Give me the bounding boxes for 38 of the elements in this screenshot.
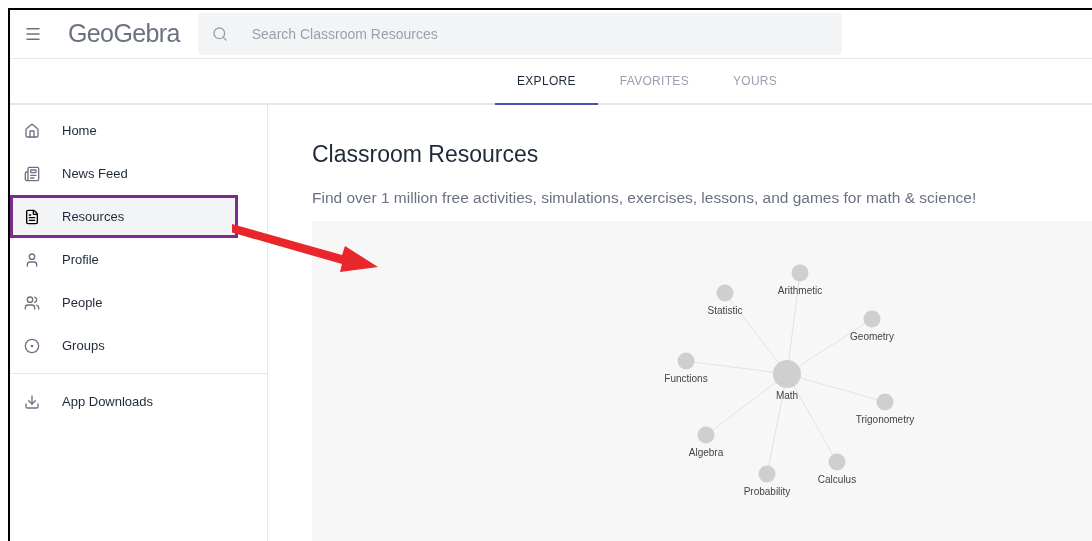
newspaper-icon <box>24 165 40 182</box>
document-icon <box>24 208 40 225</box>
search-field[interactable]: Search Classroom Resources <box>197 13 842 56</box>
person-icon <box>24 251 40 268</box>
sidebar-item[interactable]: News Feed <box>10 152 267 196</box>
topic-node[interactable] <box>828 453 846 471</box>
sidebar-item[interactable]: Groups <box>10 324 267 368</box>
page-title: Classroom Resources <box>312 140 540 170</box>
logo: GeoGebra <box>68 18 180 50</box>
topic-label: Arithmetic <box>777 285 823 296</box>
topic-label: Statistic <box>707 305 743 316</box>
sidebar-item[interactable]: App Downloads <box>10 380 267 424</box>
topic-label: Math <box>775 390 799 401</box>
topic-label: Algebra <box>688 447 724 458</box>
topic-label: Trigonometry <box>855 414 915 425</box>
download-icon <box>24 393 40 410</box>
search-icon <box>211 26 228 43</box>
sidebar-item[interactable]: Home <box>10 109 267 153</box>
sidebar-item[interactable]: People <box>10 281 267 325</box>
topic-node[interactable] <box>773 360 801 388</box>
topic-label: Geometry <box>850 331 894 342</box>
sidebar-item[interactable]: Resources <box>10 195 238 239</box>
topic-node[interactable] <box>876 393 894 411</box>
page-subtitle: Find over 1 million free activities, simulations, exercises, lessons, and games for math & science! <box>312 187 978 208</box>
topic-node[interactable] <box>677 352 695 370</box>
topic-node[interactable] <box>716 284 734 302</box>
topic-label: Functions <box>664 373 708 384</box>
sidebar-item[interactable]: Profile <box>10 238 267 282</box>
topic-node[interactable] <box>791 264 809 282</box>
topic-node[interactable] <box>758 465 776 483</box>
topic-label: Probability <box>743 486 791 497</box>
topic-node[interactable] <box>863 310 881 328</box>
topic-label: Calculus <box>817 474 857 485</box>
people-icon <box>24 294 40 311</box>
topic-node[interactable] <box>697 426 715 444</box>
tab[interactable]: EXPLORE <box>495 59 598 106</box>
circle-dots-icon <box>24 337 40 354</box>
home-icon <box>24 122 40 139</box>
